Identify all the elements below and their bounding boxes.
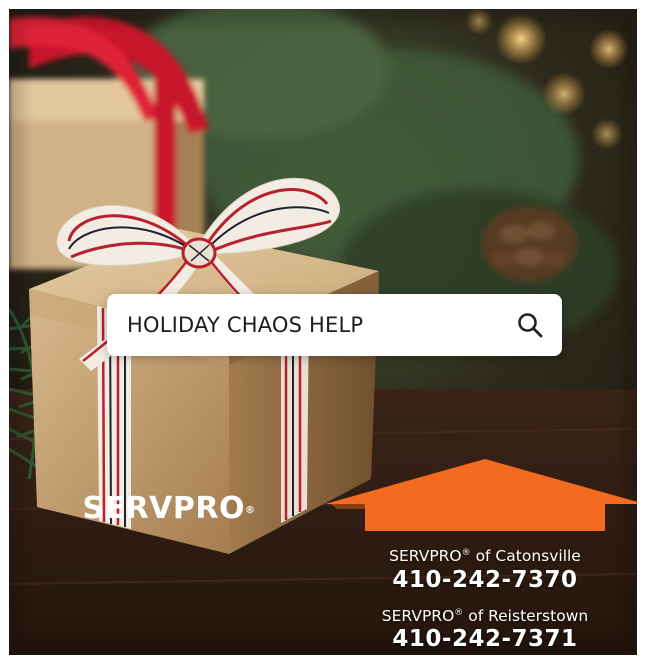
photo-frame: HOLIDAY CHAOS HELP SERVPRO® SERVPRO® of … xyxy=(9,9,637,655)
servpro-logo xyxy=(325,459,637,531)
search-icon[interactable] xyxy=(516,311,544,339)
search-query: HOLIDAY CHAOS HELP xyxy=(127,313,364,337)
servpro-wordmark: SERVPRO® xyxy=(82,491,256,526)
location-name-reisterstown: SERVPRO® of Reisterstown xyxy=(381,607,589,625)
location-name-catonsville: SERVPRO® of Catonsville xyxy=(389,547,581,565)
phone-reisterstown[interactable]: 410-242-7371 xyxy=(325,626,637,652)
search-bar[interactable]: HOLIDAY CHAOS HELP xyxy=(107,294,562,356)
phone-catonsville[interactable]: 410-242-7370 xyxy=(325,567,637,593)
